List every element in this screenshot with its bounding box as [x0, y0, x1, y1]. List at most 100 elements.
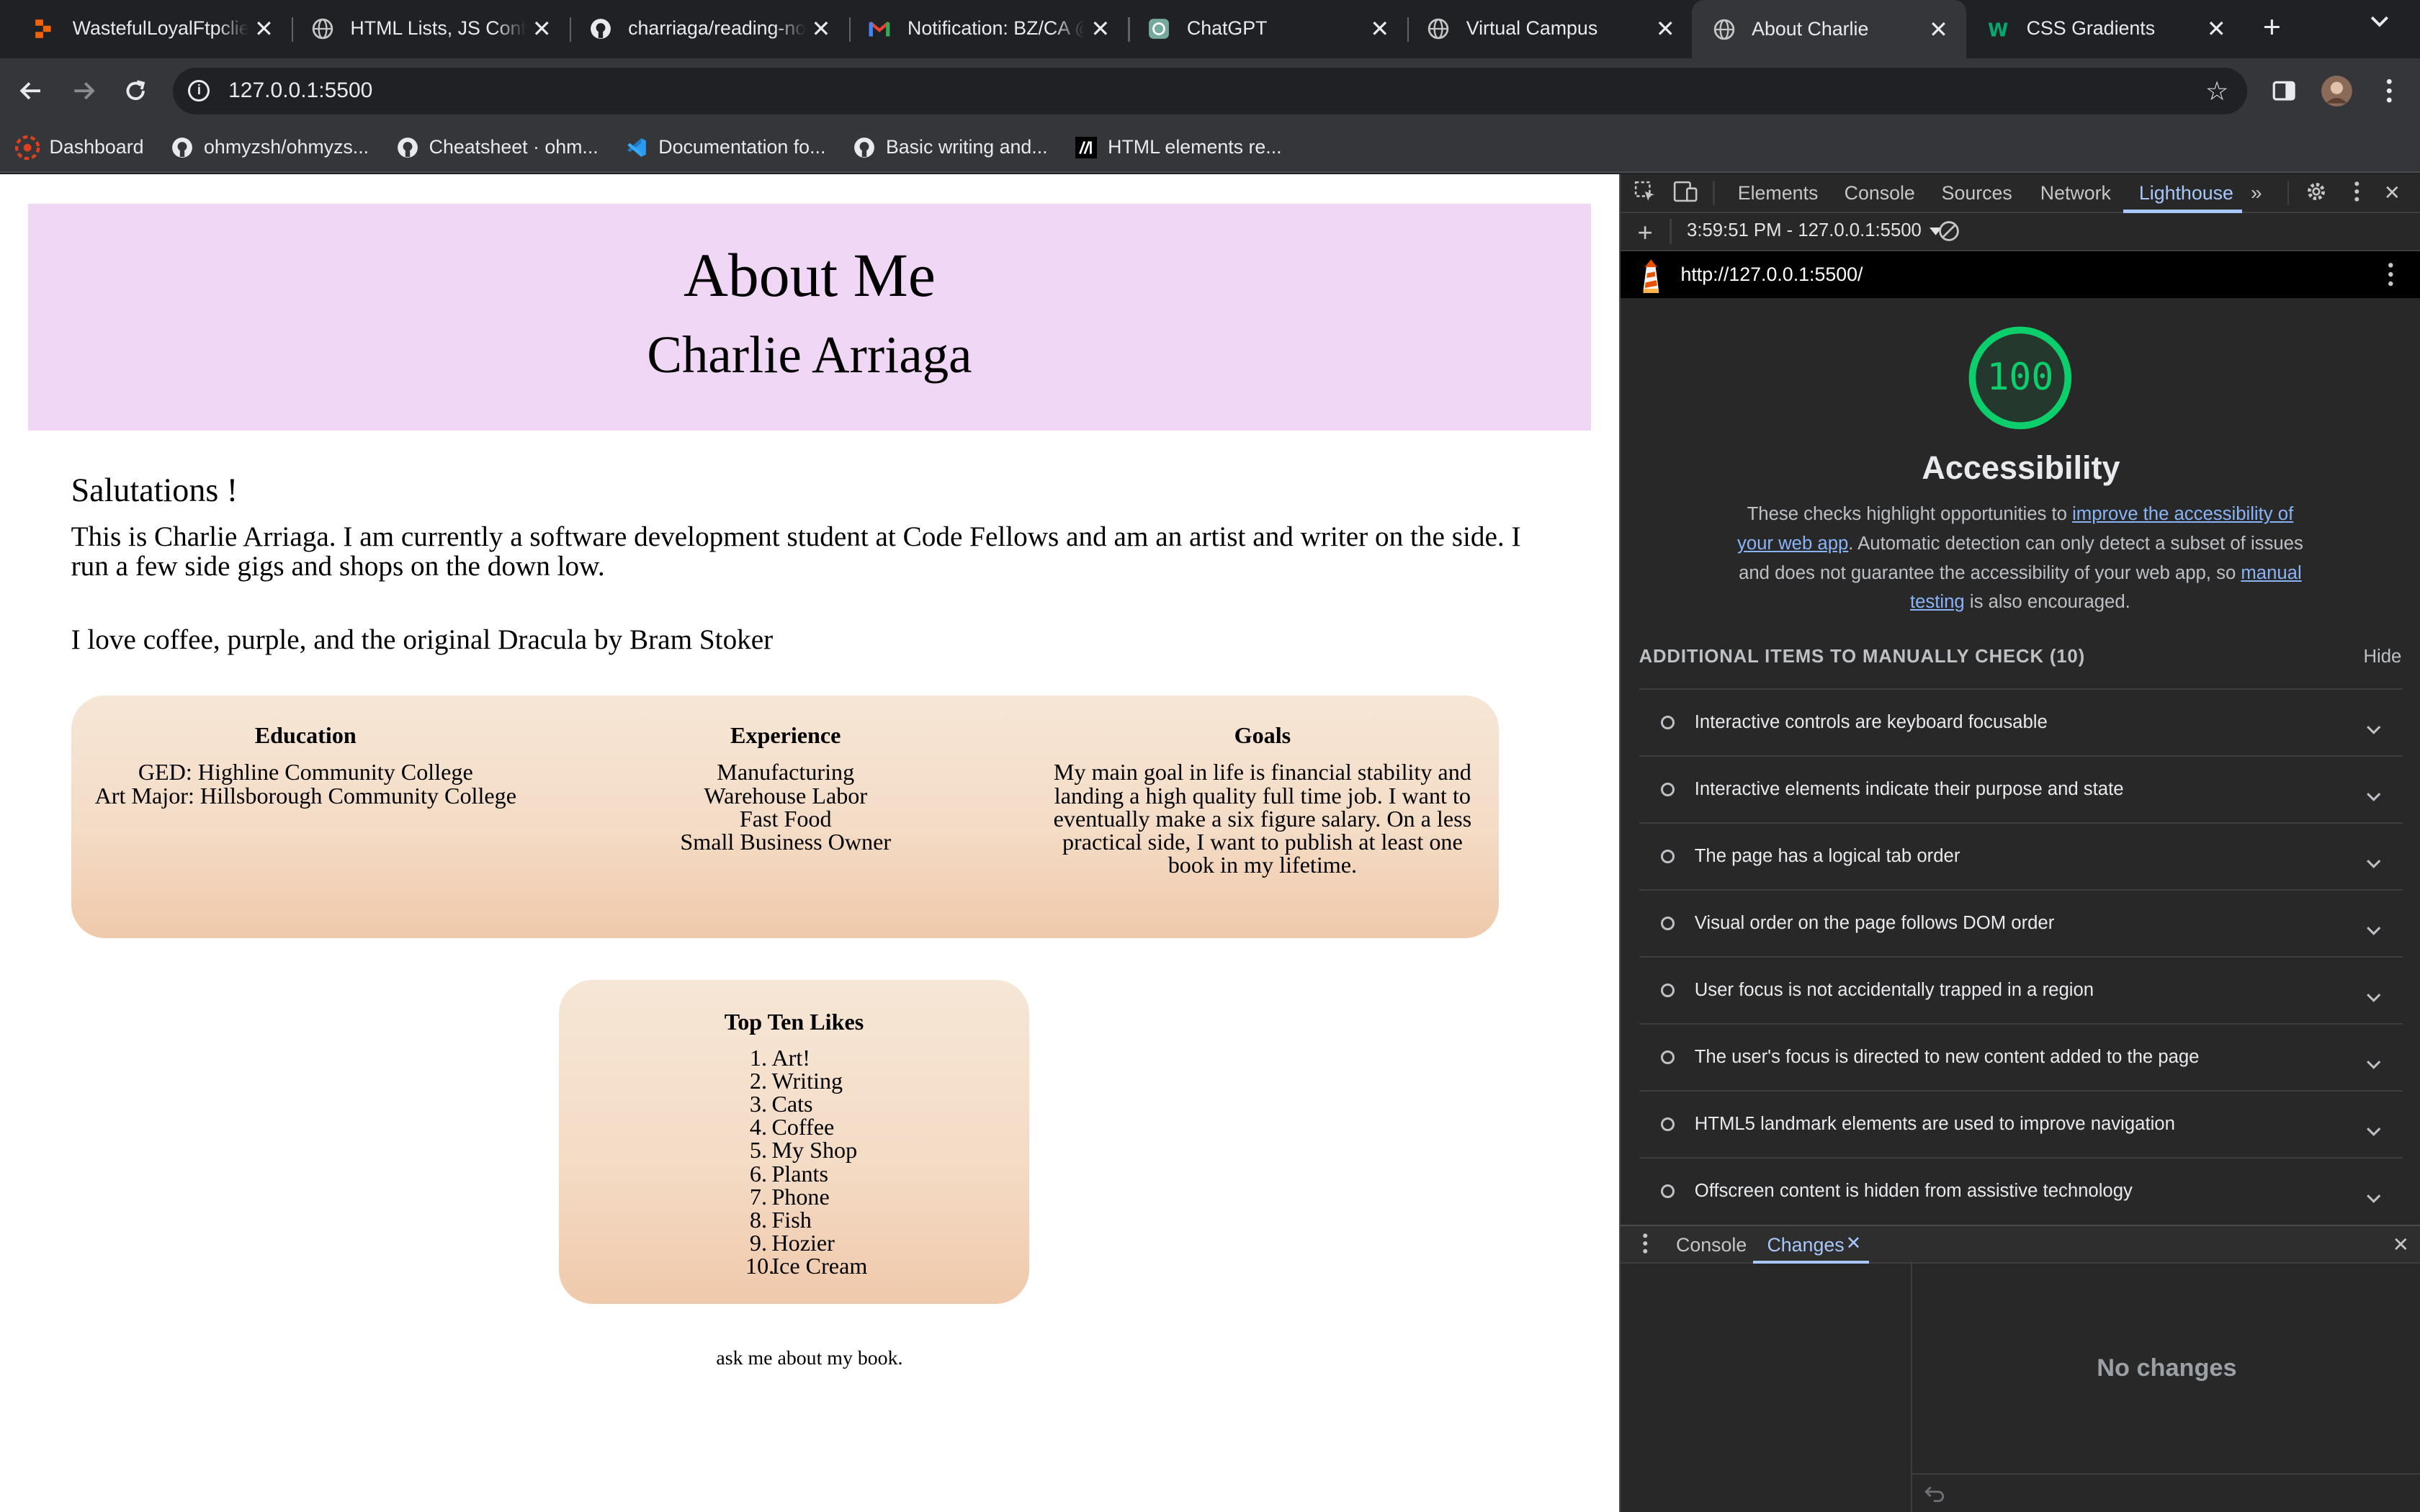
mdn-icon — [1074, 135, 1098, 160]
url-text[interactable]: 127.0.0.1:5500 — [228, 78, 372, 103]
list-item: 10. Ice Cream — [745, 1253, 868, 1279]
lighthouse-url-bar: http://127.0.0.1:5500/ — [1620, 251, 2420, 298]
tab-title: HTML Lists, JS Control — [350, 17, 526, 40]
report-menu-kebab-icon[interactable] — [2388, 262, 2394, 293]
devtools-tab-sources[interactable]: Sources — [1942, 182, 2012, 204]
w3schools-icon: W — [1986, 17, 2011, 41]
gmail-icon — [867, 17, 892, 41]
devtools-menu-kebab-icon[interactable] — [2344, 181, 2369, 205]
site-info-icon[interactable]: i — [188, 80, 210, 102]
audit-item[interactable]: Interactive controls are keyboard focusa… — [1639, 688, 2403, 755]
audit-item[interactable]: User focus is not accidentally trapped i… — [1639, 955, 2403, 1023]
tab-notification[interactable]: Notification: BZ/CA @ ✕ — [847, 0, 1128, 57]
inspect-element-icon[interactable] — [1633, 181, 1657, 205]
bookmark-html-elements[interactable]: HTML elements re... — [1074, 135, 1282, 160]
avatar[interactable] — [2318, 73, 2355, 109]
bookmark-cheatsheet[interactable]: Cheatsheet · ohm... — [395, 135, 599, 160]
more-tabs-chevron-icon[interactable]: » — [2244, 181, 2269, 205]
experience-heading: Experience — [730, 722, 841, 748]
audit-item[interactable]: Interactive elements indicate their purp… — [1639, 755, 2403, 822]
lighthouse-toolbar: + 3:59:51 PM - 127.0.0.1:5500 — [1620, 215, 2420, 252]
status-circle-icon — [1660, 782, 1675, 796]
new-tab-plus-icon[interactable]: + — [2254, 9, 2290, 46]
likes-heading: Top Ten Likes — [724, 1009, 864, 1035]
close-icon[interactable]: ✕ — [1364, 15, 1395, 42]
close-icon[interactable]: ✕ — [526, 15, 557, 42]
drawer-tabbar: Console Changes ✕ ✕ — [1620, 1225, 2420, 1264]
tab-title: charriaga/reading-notes — [628, 17, 806, 40]
audit-item[interactable]: Visual order on the page follows DOM ord… — [1639, 888, 2403, 956]
close-drawer-icon[interactable]: ✕ — [2393, 1233, 2409, 1256]
audit-item[interactable]: HTML5 landmark elements are used to impr… — [1639, 1089, 2403, 1157]
globe-icon — [310, 17, 335, 41]
close-icon[interactable]: ✕ — [1085, 15, 1116, 42]
bookmark-star-icon[interactable]: ☆ — [2205, 76, 2229, 107]
hide-button[interactable]: Hide — [2363, 647, 2401, 667]
undo-icon[interactable] — [1924, 1482, 1946, 1511]
bookmark-vscode-docs[interactable]: Documentation fo... — [624, 135, 825, 160]
tab-css-gradients[interactable]: W CSS Gradients ✕ — [1966, 0, 2244, 57]
education-column: Education GED: Highline Community Colleg… — [74, 724, 537, 807]
device-toolbar-icon[interactable] — [1673, 181, 1698, 205]
devtools-tab-elements[interactable]: Elements — [1738, 182, 1819, 204]
report-selector[interactable]: 3:59:51 PM - 127.0.0.1:5500 — [1687, 220, 1942, 241]
reload-icon[interactable] — [117, 73, 154, 109]
devtools-tab-lighthouse[interactable]: Lighthouse — [2139, 182, 2233, 204]
close-icon[interactable]: ✕ — [248, 15, 279, 42]
experience-line: Small Business Owner — [680, 828, 892, 855]
close-devtools-icon[interactable]: ✕ — [2380, 181, 2404, 205]
bookmark-ohmyzsh[interactable]: ohmyzsh/ohmyzs... — [170, 135, 369, 160]
no-changes-message: No changes — [1910, 1264, 2420, 1474]
status-circle-icon — [1660, 715, 1675, 729]
bookmarks-bar: Dashboard ohmyzsh/ohmyzs... Cheatsheet ·… — [0, 123, 2420, 173]
close-icon[interactable]: ✕ — [1650, 15, 1681, 42]
greeting-heading: Salutations ! — [71, 471, 238, 508]
side-panel-icon[interactable] — [2266, 73, 2303, 109]
tab-search-chevron-icon[interactable] — [2370, 12, 2389, 33]
github-icon — [852, 135, 877, 160]
active-tab-underline — [2123, 210, 2243, 213]
goals-text: My main goal in life is financial stabil… — [1053, 759, 1472, 878]
audit-item[interactable]: The user's focus is directed to new cont… — [1639, 1022, 2403, 1090]
new-report-plus-icon[interactable]: + — [1633, 220, 1657, 246]
close-changes-tab-icon[interactable]: ✕ — [1846, 1233, 1862, 1254]
address-bar[interactable]: i 127.0.0.1:5500 ☆ — [173, 68, 2248, 114]
tab-chatgpt[interactable]: ChatGPT ✕ — [1126, 0, 1407, 57]
forward-arrow-icon[interactable] — [65, 73, 102, 109]
close-icon[interactable]: ✕ — [2201, 15, 2232, 42]
tab-about-charlie[interactable]: About Charlie ✕ — [1691, 0, 1967, 59]
tab-replit[interactable]: WastefulLoyalFtpclient ✕ — [12, 0, 292, 57]
status-circle-icon — [1660, 1117, 1675, 1131]
devtools-tab-network[interactable]: Network — [2040, 182, 2111, 204]
status-circle-icon — [1660, 916, 1675, 930]
list-item: 5. My Shop — [749, 1137, 858, 1164]
back-arrow-icon[interactable] — [12, 73, 49, 109]
bookmark-dashboard[interactable]: Dashboard — [15, 135, 144, 160]
settings-gear-icon[interactable] — [2304, 181, 2329, 205]
drawer-active-underline — [1753, 1260, 1869, 1264]
tab-title: Virtual Campus — [1466, 17, 1598, 40]
tab-html-lists[interactable]: HTML Lists, JS Control ✕ — [290, 0, 570, 57]
devtools-panel: Elements Console Sources Network Lightho… — [1618, 174, 2420, 1512]
drawer-menu-kebab-icon[interactable] — [1633, 1233, 1657, 1257]
chevron-down-icon — [2366, 713, 2381, 741]
web-page: About Me Charlie Arriaga Salutations ! T… — [0, 174, 1619, 1512]
status-circle-icon — [1660, 849, 1675, 863]
chevron-down-icon — [2366, 1115, 2381, 1143]
drawer-tab-changes[interactable]: Changes — [1767, 1234, 1844, 1256]
list-item: 2. Writing — [749, 1068, 843, 1094]
close-icon[interactable]: ✕ — [1923, 16, 1954, 43]
devtools-tab-console[interactable]: Console — [1845, 182, 1915, 204]
menu-kebab-icon[interactable] — [2370, 73, 2407, 109]
bookmark-basic-writing[interactable]: Basic writing and... — [852, 135, 1048, 160]
clear-reports-icon[interactable] — [1937, 220, 1961, 245]
status-circle-icon — [1660, 1184, 1675, 1198]
drawer-tab-console[interactable]: Console — [1676, 1234, 1747, 1256]
audit-item[interactable]: The page has a logical tab order — [1639, 822, 2403, 889]
tab-reading-notes[interactable]: charriaga/reading-notes ✕ — [568, 0, 849, 57]
github-icon — [170, 135, 194, 160]
report-url[interactable]: http://127.0.0.1:5500/ — [1680, 264, 1863, 286]
close-icon[interactable]: ✕ — [806, 15, 837, 42]
tab-virtual-campus[interactable]: Virtual Campus ✕ — [1406, 0, 1693, 57]
audit-item[interactable]: Offscreen content is hidden from assisti… — [1639, 1156, 2403, 1224]
